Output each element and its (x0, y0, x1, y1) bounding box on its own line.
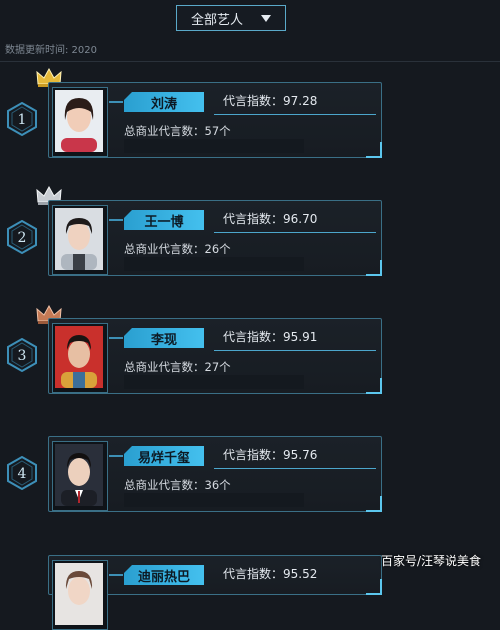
artist-card[interactable]: 迪丽热巴 代言指数：95.52 (48, 555, 382, 630)
artist-card[interactable]: 王一博 代言指数：96.70 总商业代言数：26个 (48, 200, 382, 276)
total-endorsements: 总商业代言数：36个 (124, 478, 231, 492)
decor-band (124, 493, 304, 507)
artist-photo (55, 326, 103, 388)
artist-name: 刘涛 (124, 92, 204, 112)
artist-card[interactable]: 易烊千玺 代言指数：95.76 总商业代言数：36个 (48, 436, 382, 512)
accent-line (109, 101, 123, 103)
artist-filter-label: 全部艺人 (190, 12, 243, 28)
artist-name: 迪丽热巴 (124, 565, 204, 585)
artist-photo (55, 563, 103, 625)
artist-card[interactable]: 李现 代言指数：95.91 总商业代言数：27个 (48, 318, 382, 394)
decor-band (124, 375, 304, 389)
artist-filter-select[interactable]: 全部艺人 (176, 5, 286, 31)
divider (0, 61, 500, 62)
rank-number: 3 (18, 348, 27, 364)
divider (214, 114, 376, 115)
total-endorsements: 总商业代言数：26个 (124, 242, 231, 256)
decor-band (124, 139, 304, 153)
rank-badge: 1 (5, 101, 39, 137)
rank-number: 2 (18, 230, 27, 246)
divider (214, 350, 376, 351)
endorsement-index: 代言指数：95.76 (223, 448, 318, 462)
accent-line (109, 455, 123, 457)
endorsement-index: 代言指数：95.91 (223, 330, 318, 344)
artist-name: 李现 (124, 328, 204, 348)
divider (214, 468, 376, 469)
rank-badge: 2 (5, 219, 39, 255)
accent-line (109, 219, 123, 221)
rank-badge: 3 (5, 337, 39, 373)
rank-number: 1 (18, 112, 27, 128)
divider (214, 232, 376, 233)
artist-name: 易烊千玺 (124, 446, 204, 466)
endorsement-index: 代言指数：97.28 (223, 94, 318, 108)
rank-number: 4 (18, 466, 27, 482)
total-endorsements: 总商业代言数：57个 (124, 124, 231, 138)
artist-photo (55, 444, 103, 506)
update-time: 数据更新时间: 2020 (5, 45, 97, 56)
total-endorsements: 总商业代言数：27个 (124, 360, 231, 374)
artist-photo (55, 208, 103, 270)
endorsement-index: 代言指数：95.52 (223, 567, 318, 581)
endorsement-index: 代言指数：96.70 (223, 212, 318, 226)
artist-name: 王一博 (124, 210, 204, 230)
decor-band (124, 257, 304, 271)
rank-badge: 4 (5, 455, 39, 491)
accent-line (109, 337, 123, 339)
artist-card[interactable]: 刘涛 代言指数：97.28 总商业代言数：57个 (48, 82, 382, 158)
accent-line (109, 574, 123, 576)
chevron-down-icon (261, 14, 271, 22)
artist-photo (55, 90, 103, 152)
watermark: 百家号/汪琴说美食 (381, 554, 482, 568)
